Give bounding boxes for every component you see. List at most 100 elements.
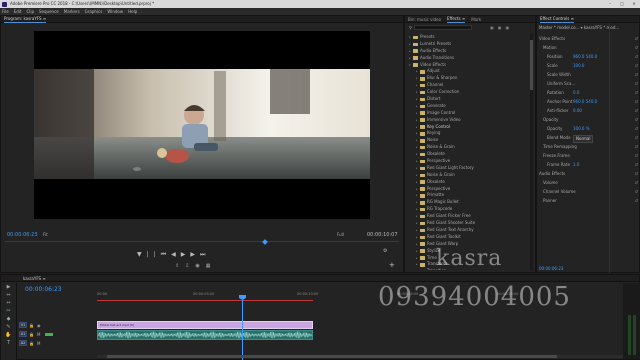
menu-graphics[interactable]: Graphics bbox=[85, 8, 103, 15]
type-tool-icon[interactable]: T bbox=[1, 339, 16, 347]
timeline-scroll-thumb[interactable] bbox=[107, 355, 557, 358]
fx-timecode[interactable]: 00:00:06:23 bbox=[539, 266, 563, 271]
mute-icon[interactable]: M bbox=[37, 341, 43, 346]
mark-out-button[interactable]: | bbox=[154, 250, 156, 260]
fx-row-value[interactable]: 0.0 bbox=[573, 90, 579, 96]
fx-row[interactable]: Frame Rate 1.0 ↺ bbox=[539, 162, 639, 168]
button-editor-plus-icon[interactable]: + bbox=[389, 261, 395, 269]
reset-icon[interactable]: ↺ bbox=[635, 54, 638, 60]
reset-icon[interactable]: ↺ bbox=[635, 108, 638, 114]
reset-icon[interactable]: ↺ bbox=[635, 189, 638, 195]
reset-icon[interactable]: ↺ bbox=[635, 36, 638, 42]
effects-tree-item[interactable]: ▾ Video Effects bbox=[407, 62, 533, 69]
compare-button[interactable]: ▦ bbox=[206, 262, 211, 270]
reset-icon[interactable]: ↺ bbox=[635, 198, 638, 204]
fx-row[interactable]: Volume ↺ bbox=[539, 180, 639, 186]
extract-button[interactable]: ⇩ bbox=[185, 262, 189, 270]
effects-tree-item[interactable]: ▸ Stylize bbox=[407, 248, 533, 255]
program-viewer[interactable] bbox=[34, 31, 370, 219]
effects-tree-item[interactable]: ▸ Red Giant Toolkit bbox=[407, 234, 533, 241]
effects-scrollbar[interactable] bbox=[530, 34, 533, 270]
fx-row[interactable]: Motion ↺ bbox=[539, 45, 639, 51]
hand-tool-icon[interactable]: ✋ bbox=[1, 331, 16, 339]
accelerated-effects-icon[interactable]: ▣ bbox=[490, 25, 494, 30]
go-to-out-button[interactable]: ⏭ bbox=[200, 250, 205, 260]
blend-mode-select[interactable]: Normal bbox=[573, 135, 594, 143]
fx-row[interactable]: Audio Effects ↺ bbox=[539, 171, 639, 177]
minimize-button[interactable]: – bbox=[604, 0, 616, 8]
fx-row[interactable]: Uniform Sca... ↺ bbox=[539, 81, 639, 87]
fx-row[interactable]: Blend Mode Normal ↺ bbox=[539, 135, 639, 143]
effects-tree-item[interactable]: ▸ Noise & Grain bbox=[407, 144, 533, 151]
add-marker-button[interactable]: ▼ bbox=[137, 250, 142, 260]
effects-tree-item[interactable]: ▸ Primatte bbox=[407, 192, 533, 199]
export-frame-button[interactable]: ◉ bbox=[195, 262, 199, 270]
fx-row[interactable]: Freeze Frame ↺ bbox=[539, 153, 639, 159]
track-source-patch[interactable]: A1 bbox=[19, 331, 27, 337]
lock-icon[interactable]: 🔒 bbox=[29, 341, 35, 346]
effects-tree-item[interactable]: ▸ Image Control bbox=[407, 110, 533, 117]
timeline-scrollbar[interactable] bbox=[97, 355, 633, 358]
reset-icon[interactable]: ↺ bbox=[635, 126, 638, 132]
fx-row-value[interactable]: 960.0 540.0 bbox=[573, 54, 597, 60]
maximize-button[interactable]: □ bbox=[616, 0, 628, 8]
fx-source-line[interactable]: Master * model.co... ▾ kasraYFS * mod... bbox=[539, 25, 639, 31]
yuv-effects-icon[interactable]: ▣ bbox=[506, 25, 510, 30]
effects-tree-item[interactable]: ▸ Perspective bbox=[407, 158, 533, 165]
go-to-in-button[interactable]: ⏮ bbox=[161, 250, 166, 260]
reset-icon[interactable]: ↺ bbox=[635, 162, 638, 168]
step-back-button[interactable]: ◀ bbox=[171, 250, 176, 260]
menu-file[interactable]: File bbox=[2, 8, 9, 15]
audio-clip[interactable] bbox=[97, 330, 313, 340]
fx-row-value[interactable]: 100.0 % bbox=[573, 126, 590, 132]
fx-row[interactable]: Channel Volume ↺ bbox=[539, 189, 639, 195]
effects-tree-item[interactable]: ▸ Obsolete bbox=[407, 151, 533, 158]
timeline-ruler[interactable]: 00:00 00:00:05:00 00:00:10:00 00:00:15:00 00… bbox=[97, 289, 637, 297]
effects-tree-item[interactable]: ▸ Red Giant Light Factory bbox=[407, 165, 533, 172]
effects-tree-item[interactable]: ▸ Blur & Sharpen bbox=[407, 75, 533, 82]
effects-tree-item[interactable]: ▸ Immersive Video bbox=[407, 117, 533, 124]
effects-tree-item[interactable]: ▸ Channel bbox=[407, 82, 533, 89]
effects-tree-item[interactable]: ▸ Audio Transitions bbox=[407, 55, 533, 62]
reset-icon[interactable]: ↺ bbox=[635, 144, 638, 150]
effects-tree-item[interactable]: ▸ Lumetri Presets bbox=[407, 41, 533, 48]
lock-icon[interactable]: 🔒 bbox=[29, 323, 35, 328]
effects-tree-item[interactable]: ▸Transition bbox=[407, 268, 533, 270]
effects-tree-item[interactable]: ▸ Red Giant Shooter Suite bbox=[407, 220, 533, 227]
eye-icon[interactable]: ◉ bbox=[37, 323, 43, 328]
mark-in-button[interactable]: | bbox=[147, 250, 149, 260]
fx-row-value[interactable]: 960.0 540.0 bbox=[573, 99, 597, 105]
reset-icon[interactable]: ↺ bbox=[635, 90, 638, 96]
reset-icon[interactable]: ↺ bbox=[635, 171, 638, 177]
track-source-patch[interactable]: V1 bbox=[19, 322, 27, 328]
fx-row[interactable]: Position 960.0 540.0 ↺ bbox=[539, 54, 639, 60]
menu-help[interactable]: Help bbox=[128, 8, 137, 15]
effects-scroll-thumb[interactable] bbox=[530, 40, 533, 90]
effects-tree-item[interactable]: ▸ Perspective bbox=[407, 186, 533, 193]
fx-row[interactable]: Rotation 0.0 ↺ bbox=[539, 90, 639, 96]
tab-effects[interactable]: Effects ≡ bbox=[447, 15, 466, 23]
effects-tree-item[interactable]: ▸ Red Giant Warp bbox=[407, 241, 533, 248]
fx-row[interactable]: Panner ↺ bbox=[539, 198, 639, 204]
tab-effect-controls[interactable]: Effect Controls ≡ bbox=[540, 15, 574, 23]
close-button[interactable]: ✕ bbox=[628, 0, 640, 8]
resolution-select[interactable]: Full bbox=[337, 231, 344, 239]
32bit-effects-icon[interactable]: ▣ bbox=[498, 25, 502, 30]
effects-tree-item[interactable]: ▸ Presets bbox=[407, 34, 533, 41]
effects-tree-item[interactable]: ▸ Generate bbox=[407, 103, 533, 110]
tab-markers[interactable]: Mark bbox=[471, 16, 481, 23]
fx-row[interactable]: Anchor Point 960.0 540.0 ↺ bbox=[539, 99, 639, 105]
effects-tree-item[interactable]: ▸ Red Giant Text Anarchy bbox=[407, 227, 533, 234]
effects-tree-item[interactable]: ▸ Noise bbox=[407, 137, 533, 144]
reset-icon[interactable]: ↺ bbox=[635, 45, 638, 51]
tab-sequence[interactable]: kasraYFS ≡ bbox=[23, 276, 46, 281]
video-clip[interactable]: Model.Inst.act.mp4 [V] bbox=[97, 321, 313, 329]
lift-button[interactable]: ⇧ bbox=[175, 262, 179, 270]
fx-row[interactable]: Time Remapping ↺ bbox=[539, 144, 639, 150]
pen-tool-icon[interactable]: ✎ bbox=[1, 323, 16, 331]
settings-wrench-icon[interactable]: ⚙ bbox=[383, 248, 387, 254]
reset-icon[interactable]: ↺ bbox=[635, 117, 638, 123]
fx-row[interactable]: Scale 100.0 ↺ bbox=[539, 63, 639, 69]
tab-bin[interactable]: Bin: music video bbox=[408, 16, 441, 23]
effects-tree-item[interactable]: ▸ Audio Effects bbox=[407, 48, 533, 55]
